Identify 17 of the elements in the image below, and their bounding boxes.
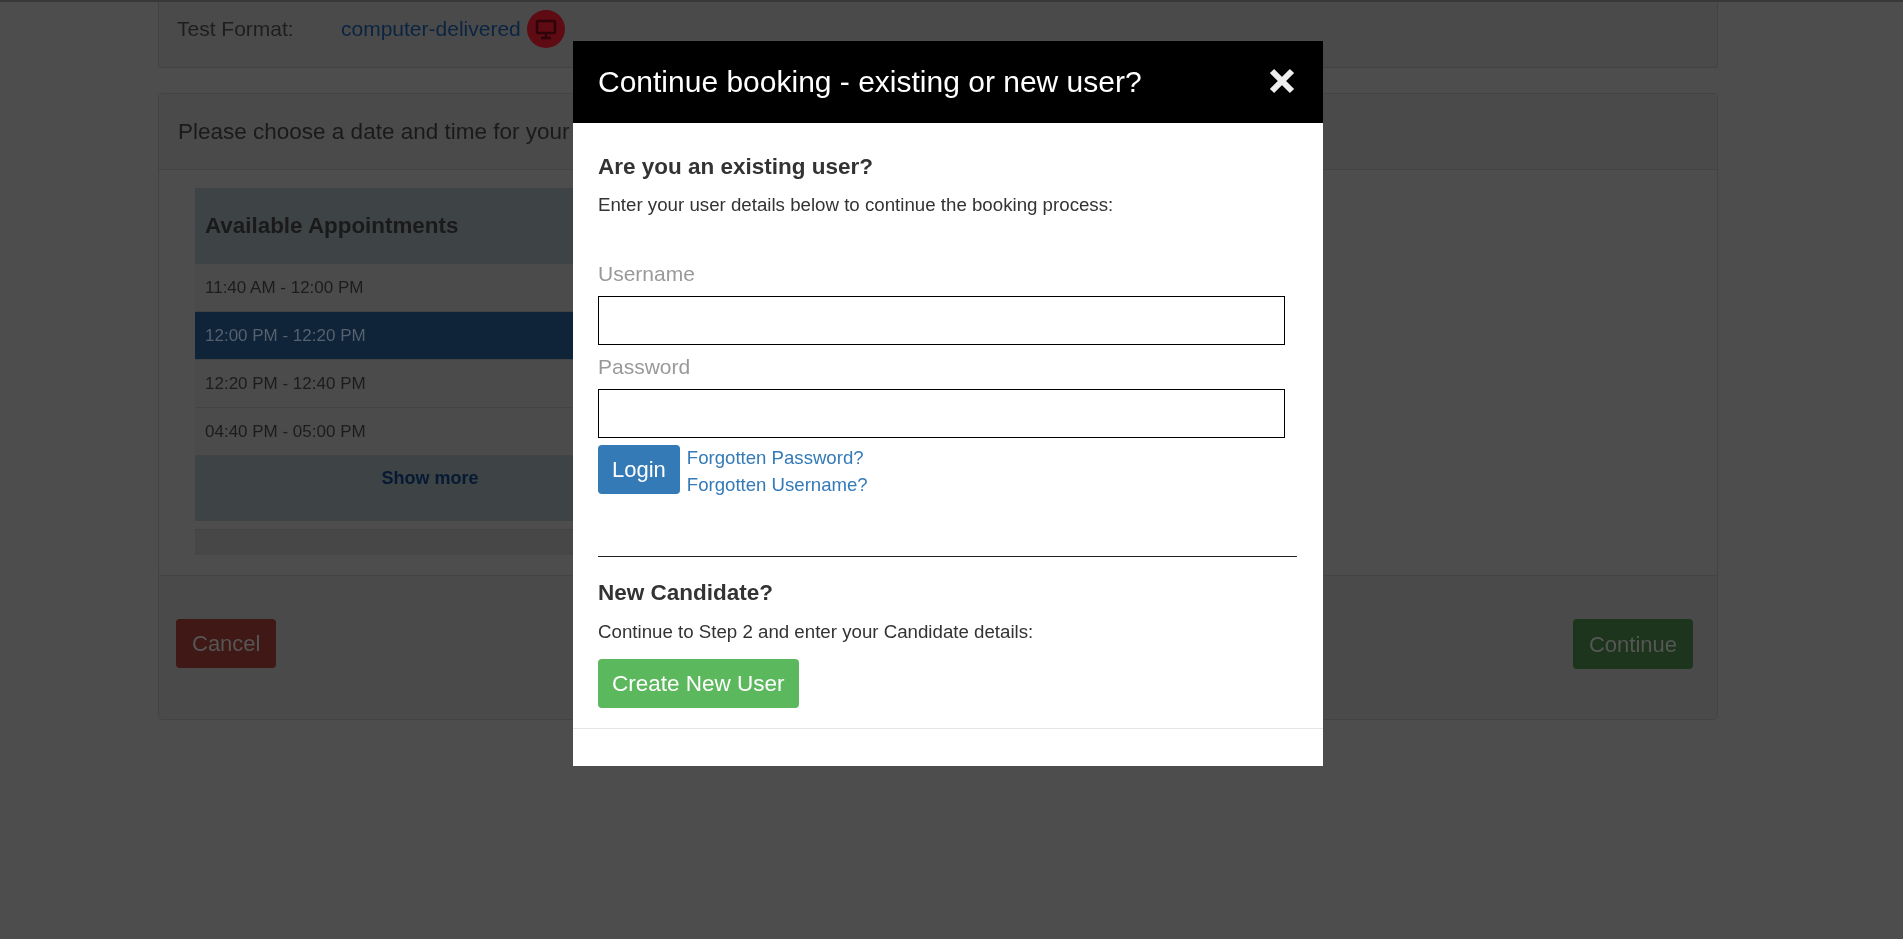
forgotten-link[interactable]: Forgotten Username? <box>686 471 868 498</box>
section-text: Continue to Step 2 and enter your Candidate details: <box>598 621 1035 643</box>
cancel-button[interactable]: Cancel <box>176 619 277 668</box>
input-field[interactable] <box>598 296 1285 345</box>
continue-button[interactable]: Continue <box>1572 619 1693 669</box>
section-heading: New Candidate? <box>598 579 775 607</box>
input-field[interactable] <box>598 389 1285 438</box>
section-heading: Are you an existing user? <box>598 153 875 181</box>
create-user-button[interactable]: Create New User <box>598 659 799 708</box>
close-button[interactable] <box>1268 67 1296 95</box>
close-icon <box>1268 67 1296 95</box>
section-text: Enter your user details below to continue the booking process: <box>598 194 1115 216</box>
login-button[interactable]: Login <box>598 445 680 494</box>
dialog-title: Continue booking - existing or new user? <box>598 65 1142 99</box>
forgotten-link[interactable]: Forgotten Password? <box>686 444 864 471</box>
test-format-value: computer-delivered <box>341 17 521 41</box>
monitor-icon <box>526 10 565 48</box>
